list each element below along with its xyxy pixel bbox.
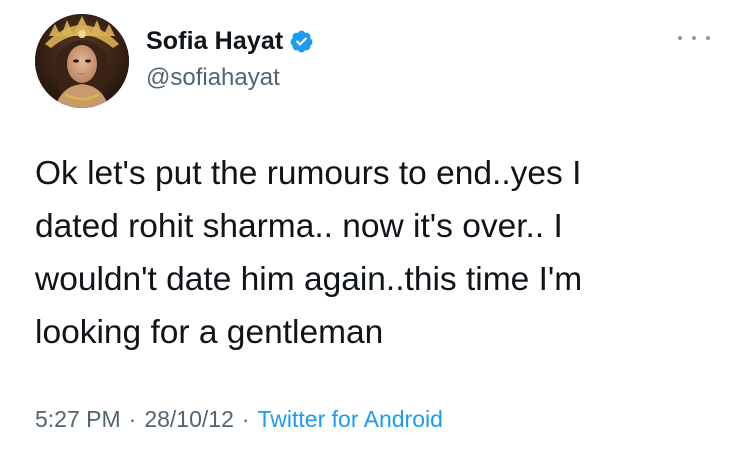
- avatar-image: [35, 14, 129, 108]
- user-handle[interactable]: @sofiahayat: [146, 64, 280, 92]
- tweet-card: Sofia Hayat @sofiahayat Ok let's put the…: [0, 0, 740, 450]
- more-horizontal-icon[interactable]: [678, 30, 710, 46]
- avatar[interactable]: [35, 14, 129, 108]
- tweet-source-link[interactable]: Twitter for Android: [258, 406, 443, 433]
- user-name-row[interactable]: Sofia Hayat: [146, 24, 314, 58]
- tweet-meta: 5:27 PM · 28/10/12 · Twitter for Android: [35, 406, 443, 433]
- tweet-date[interactable]: 28/10/12: [144, 406, 234, 433]
- dot: [692, 36, 696, 40]
- meta-separator: ·: [241, 406, 250, 432]
- tweet-text: Ok let's put the rumours to end..yes I d…: [35, 155, 583, 351]
- verified-badge-icon: [289, 29, 314, 54]
- dot: [706, 36, 710, 40]
- meta-separator: ·: [128, 406, 137, 432]
- dot: [678, 36, 682, 40]
- display-name[interactable]: Sofia Hayat: [146, 27, 283, 56]
- tweet-time[interactable]: 5:27 PM: [35, 406, 121, 433]
